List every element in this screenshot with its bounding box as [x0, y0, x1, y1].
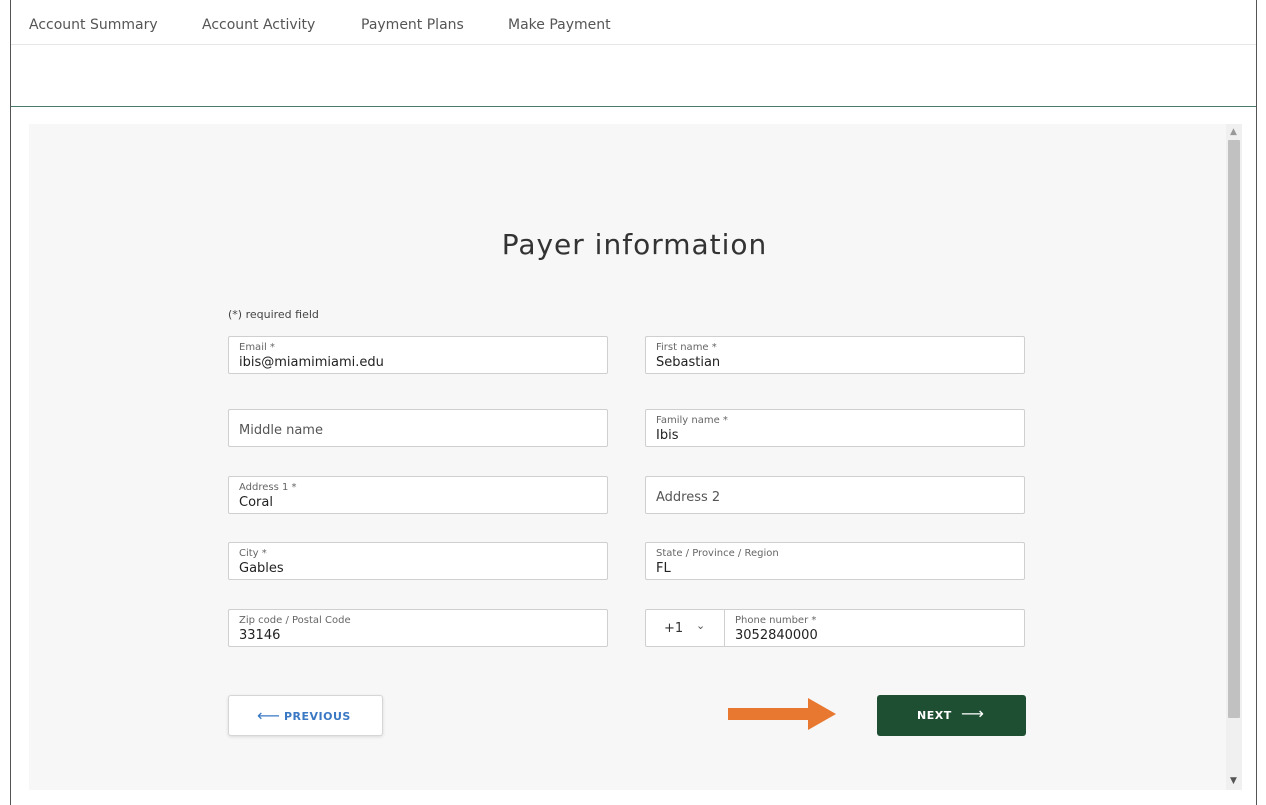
email-value: ibis@miamimiami.edu: [239, 355, 384, 370]
nav-account-activity[interactable]: Account Activity: [202, 17, 315, 33]
address1-field[interactable]: Address 1 * Coral: [228, 476, 608, 514]
email-field[interactable]: Email * ibis@miamimiami.edu: [228, 336, 608, 374]
scroll-down-icon[interactable]: ▼: [1230, 777, 1237, 786]
arrow-left-icon: ⟵: [257, 706, 280, 725]
chevron-down-icon: ⌄: [696, 619, 706, 632]
scrollbar[interactable]: ▲ ▼: [1226, 124, 1242, 790]
first-name-field[interactable]: First name * Sebastian: [645, 336, 1025, 374]
previous-label: PREVIOUS: [284, 710, 351, 723]
next-label: NEXT: [917, 709, 952, 722]
family-name-label: Family name *: [656, 415, 728, 426]
email-label: Email *: [239, 342, 275, 353]
nav-divider: [11, 44, 1256, 45]
city-field[interactable]: City * Gables: [228, 542, 608, 580]
nav-account-summary[interactable]: Account Summary: [29, 17, 158, 33]
scroll-up-icon[interactable]: ▲: [1230, 128, 1237, 137]
nav-payment-plans[interactable]: Payment Plans: [361, 17, 464, 33]
next-button[interactable]: NEXT ⟶: [877, 695, 1026, 736]
address2-field[interactable]: Address 2: [645, 476, 1025, 514]
zip-value: 33146: [239, 628, 281, 643]
nav-make-payment[interactable]: Make Payment: [508, 17, 611, 33]
form-panel: [29, 124, 1226, 790]
previous-button[interactable]: ⟵ PREVIOUS: [228, 695, 383, 736]
address1-label: Address 1 *: [239, 482, 297, 493]
state-value: FL: [656, 561, 671, 576]
header-divider: [11, 106, 1256, 107]
zip-label: Zip code / Postal Code: [239, 615, 351, 626]
zip-field[interactable]: Zip code / Postal Code 33146: [228, 609, 608, 647]
state-field[interactable]: State / Province / Region FL: [645, 542, 1025, 580]
middle-name-placeholder: Middle name: [239, 423, 323, 438]
address1-value: Coral: [239, 495, 273, 510]
first-name-value: Sebastian: [656, 355, 721, 370]
annotation-arrow-icon: [728, 698, 836, 730]
first-name-label: First name *: [656, 342, 717, 353]
city-value: Gables: [239, 561, 284, 576]
required-note: (*) required field: [228, 308, 319, 321]
family-name-field[interactable]: Family name * Ibis: [645, 409, 1025, 447]
arrow-right-icon: ⟶: [961, 704, 984, 723]
address2-placeholder: Address 2: [656, 490, 721, 505]
top-nav: Account Summary Account Activity Payment…: [11, 0, 1256, 48]
city-label: City *: [239, 548, 267, 559]
phone-value: 3052840000: [735, 628, 818, 643]
page-title: Payer information: [501, 228, 768, 261]
country-code-select[interactable]: +1 ⌄: [646, 610, 725, 646]
middle-name-field[interactable]: Middle name: [228, 409, 608, 447]
state-label: State / Province / Region: [656, 548, 779, 559]
country-code-value: +1: [664, 621, 684, 636]
family-name-value: Ibis: [656, 428, 679, 443]
app-frame: Account Summary Account Activity Payment…: [10, 0, 1257, 805]
phone-label: Phone number *: [735, 615, 817, 626]
scrollbar-thumb[interactable]: [1228, 140, 1240, 718]
phone-field[interactable]: +1 ⌄ Phone number * 3052840000: [645, 609, 1025, 647]
